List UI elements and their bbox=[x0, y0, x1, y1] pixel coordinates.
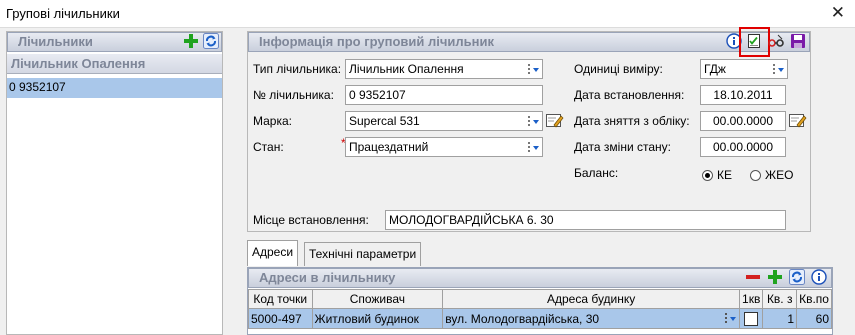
window-title: Групові лічильники bbox=[6, 6, 120, 21]
brand-select[interactable]: Supercal 531 bbox=[345, 111, 543, 131]
meter-type-label: Тип лічильника: bbox=[253, 62, 342, 76]
link-icon[interactable] bbox=[767, 33, 785, 51]
removal-date-label: Дата зняття з обліку: bbox=[574, 114, 690, 128]
add-meter-icon[interactable] bbox=[182, 33, 200, 51]
state-change-date-value: 00.00.0000 bbox=[712, 140, 774, 154]
dropdown-icon[interactable] bbox=[725, 312, 737, 328]
add-address-icon[interactable] bbox=[766, 269, 784, 287]
balance-ke-label: КЕ bbox=[717, 168, 732, 182]
address-info-icon[interactable] bbox=[810, 269, 828, 287]
edit-date-icon[interactable] bbox=[789, 112, 807, 130]
state-value: Працездатний bbox=[349, 140, 429, 154]
brand-value: Supercal 531 bbox=[349, 114, 420, 128]
checklist-icon[interactable] bbox=[745, 33, 763, 51]
addresses-table: Код точки Споживач Адреса будинку 1кв Кв… bbox=[248, 289, 832, 329]
meter-type-value: Лічильник Опалення bbox=[349, 62, 464, 76]
addresses-panel: Адреси в лічильнику Код точки Споживач А… bbox=[247, 267, 833, 335]
meter-info-title: Інформація про груповий лічильник bbox=[259, 34, 495, 49]
meter-list-item[interactable]: 0 9352107 bbox=[7, 78, 222, 98]
column-header-apt-to[interactable]: Кв.по bbox=[796, 289, 832, 309]
location-value: МОЛОДОГВАРДІЙСЬКА 6. 30 bbox=[389, 213, 554, 227]
window-titlebar: Групові лічильники ✕ bbox=[0, 0, 855, 28]
refresh-icon[interactable] bbox=[202, 33, 220, 51]
remove-address-icon[interactable] bbox=[744, 269, 762, 287]
cell-code[interactable]: 5000-497 bbox=[248, 308, 313, 329]
column-header-code[interactable]: Код точки bbox=[248, 289, 313, 309]
dropdown-icon[interactable] bbox=[773, 63, 785, 76]
cell-first-apt[interactable] bbox=[739, 308, 764, 329]
edit-brand-icon[interactable] bbox=[546, 112, 564, 130]
units-label: Одиниці виміру: bbox=[574, 62, 663, 76]
tab-addresses[interactable]: Адреси bbox=[247, 240, 299, 266]
addresses-title: Адреси в лічильнику bbox=[259, 270, 396, 285]
cell-apt-from[interactable]: 1 bbox=[762, 308, 798, 329]
state-select[interactable]: Працездатний bbox=[345, 137, 543, 157]
units-value: ГДж bbox=[704, 62, 726, 76]
column-header-consumer[interactable]: Споживач bbox=[311, 289, 444, 309]
cell-apt-to[interactable]: 60 bbox=[796, 308, 832, 329]
install-date-field[interactable]: 18.10.2011 bbox=[700, 85, 786, 105]
state-label: Стан: bbox=[253, 140, 284, 154]
install-date-value: 18.10.2011 bbox=[713, 88, 773, 102]
dropdown-icon[interactable] bbox=[528, 141, 540, 154]
state-change-label: Дата зміни стану: bbox=[574, 140, 671, 154]
balance-ke-radio[interactable] bbox=[702, 170, 713, 181]
meters-column-label: Лічильник Опалення bbox=[11, 56, 146, 71]
first-apt-checkbox[interactable] bbox=[744, 311, 759, 326]
location-field[interactable]: МОЛОДОГВАРДІЙСЬКА 6. 30 bbox=[385, 210, 786, 230]
meter-list-item-label: 0 9352107 bbox=[9, 80, 66, 94]
state-change-date-field[interactable]: 00.00.0000 bbox=[700, 137, 786, 157]
cell-consumer[interactable]: Житловий будинок bbox=[311, 308, 444, 329]
balance-zheo-label: ЖЕО bbox=[765, 168, 794, 182]
balance-label: Баланс: bbox=[574, 166, 619, 180]
refresh-addresses-icon[interactable] bbox=[788, 269, 806, 287]
close-icon[interactable]: ✕ bbox=[831, 3, 845, 23]
location-label: Місце встановлення: bbox=[253, 213, 369, 227]
meter-number-label: № лічильника: bbox=[253, 88, 334, 102]
column-header-first-apt[interactable]: 1кв bbox=[739, 289, 764, 309]
meter-number-value: 0 9352107 bbox=[349, 88, 406, 102]
tab-technical-parameters-label: Технічні параметри bbox=[309, 247, 417, 261]
column-header-address[interactable]: Адреса будинку bbox=[442, 289, 741, 309]
meter-number-field[interactable]: 0 9352107 bbox=[345, 85, 543, 105]
install-date-label: Дата встановлення: bbox=[574, 88, 685, 102]
meters-list-title: Лічильники bbox=[18, 34, 93, 49]
dropdown-icon[interactable] bbox=[528, 115, 540, 128]
removal-date-field[interactable]: 00.00.0000 bbox=[700, 111, 786, 131]
cell-address-value: вул. Молодогвардійська, 30 bbox=[445, 311, 600, 326]
column-header-apt-from[interactable]: Кв. з bbox=[762, 289, 798, 309]
save-icon[interactable] bbox=[789, 33, 807, 51]
cell-address[interactable]: вул. Молодогвардійська, 30 bbox=[442, 308, 741, 329]
addresses-table-header-row: Код точки Споживач Адреса будинку 1кв Кв… bbox=[248, 289, 832, 309]
removal-date-value: 00.00.0000 bbox=[712, 114, 774, 128]
brand-label: Марка: bbox=[253, 114, 292, 128]
units-select[interactable]: ГДж bbox=[700, 59, 788, 79]
meters-list-panel: Лічильники Лічильник Опалення 0 9352107 bbox=[6, 31, 223, 335]
dropdown-icon[interactable] bbox=[528, 63, 540, 76]
meter-type-select[interactable]: Лічильник Опалення bbox=[345, 59, 543, 79]
table-row[interactable]: 5000-497 Житловий будинок вул. Молодогва… bbox=[248, 308, 832, 329]
tab-technical-parameters[interactable]: Технічні параметри bbox=[304, 242, 422, 266]
right-gutter bbox=[835, 267, 855, 335]
meter-info-panel: Інформація про груповий лічильник Тип лі… bbox=[247, 27, 811, 232]
meters-column-header[interactable]: Лічильник Опалення bbox=[7, 54, 222, 74]
tab-addresses-label: Адреси bbox=[252, 245, 294, 259]
balance-zheo-radio[interactable] bbox=[750, 170, 761, 181]
